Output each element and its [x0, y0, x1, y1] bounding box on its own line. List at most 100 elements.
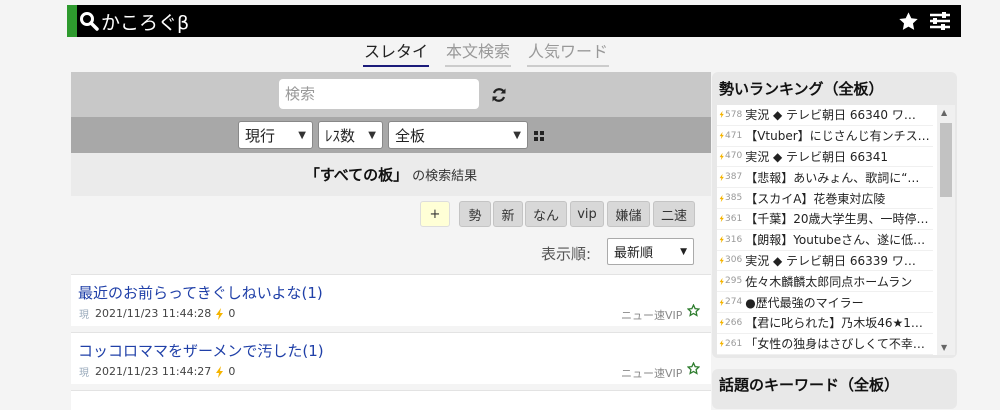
- result-suffix: の検索結果: [412, 169, 478, 184]
- ranking-item[interactable]: 274 ●歴代最強のマイラー: [717, 292, 933, 313]
- filter-bar: 現行 ▼ ﾚｽ数 ▼ 全板 ▼: [71, 117, 711, 153]
- filter-button-new[interactable]: 新: [493, 201, 523, 227]
- header-icons: [898, 11, 951, 32]
- ranking-momentum: 266: [719, 318, 742, 328]
- ranking-momentum: 274: [719, 297, 742, 307]
- logo[interactable]: かころぐβ: [79, 8, 189, 34]
- ranking-items: 578 実況 ◆ テレビ朝日 66340 ワ… 471 【Vtuber】にじさんじ有ン…: [717, 105, 955, 355]
- thread-item: [71, 390, 711, 410]
- ranking-item[interactable]: 306 実況 ◆ テレビ朝日 66339 ワ…: [717, 251, 933, 272]
- ranking-momentum-value: 470: [725, 151, 743, 162]
- ranking-item-title: 【Vtuber】にじさんじ有ンチス…: [745, 129, 930, 144]
- ranking-item[interactable]: 316 【朗報】Youtubeさん、遂に低…: [717, 230, 933, 251]
- tab-popular-words[interactable]: 人気ワード: [527, 36, 610, 67]
- ranking-item[interactable]: 385 【スカイA】花巻東対広陵: [717, 188, 933, 209]
- ranking-item[interactable]: 470 実況 ◆ テレビ朝日 66341: [717, 147, 933, 168]
- board-filter-buttons: + 勢 新 なん vip 嫌儲 二速: [71, 196, 711, 232]
- star-icon[interactable]: [898, 11, 919, 32]
- result-heading: 「すべての板」 の検索結果: [71, 153, 711, 196]
- result-board: 「すべての板」: [304, 166, 409, 184]
- bolt-icon: [216, 365, 224, 378]
- ranking-momentum-value: 387: [725, 172, 743, 183]
- ranking-momentum: 471: [719, 131, 742, 141]
- filter-button-kenmo[interactable]: 嫌儲: [607, 201, 650, 227]
- ranking-item-title: 実況 ◆ テレビ朝日 66339 ワ…: [745, 253, 916, 268]
- tab-body-search[interactable]: 本文検索: [445, 36, 512, 67]
- ranking-item-title: ●歴代最強のマイラー: [745, 295, 864, 310]
- ranking-item[interactable]: 261 「女性の独身はさびしくて不幸…: [717, 334, 933, 355]
- ranking-scrollbar[interactable]: ▲ ▼: [937, 105, 955, 355]
- ranking-item-title: 【朗報】Youtubeさん、遂に低…: [745, 233, 926, 248]
- filter-button-nan[interactable]: なん: [525, 201, 567, 227]
- ranking-momentum: 261: [719, 339, 742, 349]
- thread-datetime: 2021/11/23 11:44:28: [95, 307, 212, 320]
- favorite-star-icon[interactable]: [687, 304, 700, 317]
- ranking-momentum: 387: [719, 172, 742, 182]
- chevron-down-icon: ▼: [368, 129, 376, 141]
- sort-row: 表示順: 最新順 ▼: [71, 232, 711, 272]
- thread-board: ニュー速VIP: [621, 309, 683, 322]
- ranking-momentum: 385: [719, 193, 742, 203]
- ranking-item[interactable]: 361 【千葉】20歳大学生男、一時停…: [717, 209, 933, 230]
- thread-item: 最近のお前らってきぐしねいよな(1) 現 2021/11/23 11:44:28…: [71, 274, 711, 326]
- thread-board: ニュー速VIP: [621, 367, 683, 380]
- ranking-item-title: 【悲報】あいみょん、歌詞に“…: [745, 170, 920, 185]
- grid-icon[interactable]: [534, 131, 544, 141]
- ranking-item[interactable]: 578 実況 ◆ テレビ朝日 66340 ワ…: [717, 105, 933, 126]
- filter-button-momentum[interactable]: 勢: [459, 201, 491, 227]
- sort-order-select[interactable]: 最新順 ▼: [607, 238, 694, 265]
- ranking-item[interactable]: 295 佐々木麟麟太郎同点ホームラン: [717, 271, 933, 293]
- ranking-momentum: 306: [719, 255, 742, 265]
- ranking-panel: 勢いランキング（全板） 578 実況 ◆ テレビ朝日 66340 ワ… 471 【Vt…: [712, 72, 957, 358]
- ranking-momentum: 470: [719, 151, 742, 161]
- logo-text: かころぐβ: [101, 11, 190, 34]
- thread-momentum: 0: [228, 307, 236, 320]
- ranking-momentum-value: 361: [725, 213, 743, 224]
- board-select[interactable]: 全板 ▼: [388, 121, 528, 149]
- ranking-momentum-value: 266: [725, 317, 743, 328]
- ranking-momentum: 578: [719, 110, 742, 120]
- ranking-item[interactable]: 471 【Vtuber】にじさんじ有ンチス…: [717, 126, 933, 147]
- ranking-item[interactable]: 387 【悲報】あいみょん、歌詞に“…: [717, 167, 933, 189]
- mode-select[interactable]: 現行 ▼: [238, 121, 313, 149]
- filter-button-vip[interactable]: vip: [570, 201, 604, 227]
- refresh-icon[interactable]: [491, 87, 507, 103]
- chevron-down-icon: ▼: [680, 246, 687, 257]
- ranking-item-title: 【スカイA】花巻東対広陵: [745, 191, 886, 206]
- ranking-title: 勢いランキング（全板）: [719, 80, 884, 98]
- scroll-up-icon[interactable]: ▲: [941, 108, 947, 117]
- ranking-item-title: 「女性の独身はさびしくて不幸…: [745, 337, 925, 352]
- ranking-momentum-value: 578: [725, 109, 743, 120]
- thread-meta: 現 2021/11/23 11:44:27 0: [79, 364, 235, 379]
- ranking-list: 578 実況 ◆ テレビ朝日 66340 ワ… 471 【Vtuber】にじさんじ有ン…: [717, 105, 955, 355]
- scroll-down-icon[interactable]: ▼: [941, 343, 947, 352]
- thread-title-link[interactable]: 最近のお前らってきぐしねいよな(1): [78, 282, 323, 303]
- filter-button-nisoku[interactable]: 二速: [653, 201, 695, 227]
- ranking-momentum-value: 306: [725, 255, 743, 266]
- chevron-down-icon: ▼: [513, 129, 521, 141]
- ranking-momentum-value: 261: [725, 338, 743, 349]
- thread-meta: 現 2021/11/23 11:44:28 0: [79, 306, 235, 321]
- sort-key-value: ﾚｽ数: [325, 126, 356, 145]
- ranking-item[interactable]: 266 【君に叱られた】乃木坂46★1…: [717, 313, 933, 334]
- thread-datetime: 2021/11/23 11:44:27: [95, 365, 212, 378]
- bolt-icon: [216, 307, 224, 320]
- search-input[interactable]: [279, 79, 479, 109]
- thread-momentum: 0: [228, 365, 236, 378]
- sort-key-select[interactable]: ﾚｽ数 ▼: [318, 121, 383, 149]
- thread-title-link[interactable]: コッコロママをザーメンで汚した(1): [78, 340, 324, 361]
- ranking-momentum-value: 316: [725, 234, 743, 245]
- sliders-icon[interactable]: [929, 11, 951, 31]
- favorite-star-icon[interactable]: [687, 362, 700, 375]
- ranking-momentum-value: 471: [725, 130, 743, 141]
- search-icon: [80, 12, 99, 31]
- ranking-item-title: 実況 ◆ テレビ朝日 66340 ワ…: [745, 108, 916, 123]
- tab-title-search[interactable]: スレタイ: [363, 36, 430, 67]
- ranking-momentum-value: 385: [725, 193, 743, 204]
- keywords-panel: 話題のキーワード（全板）: [712, 369, 957, 409]
- ranking-item-title: 実況 ◆ テレビ朝日 66341: [745, 149, 889, 164]
- ranking-momentum-value: 274: [725, 297, 743, 308]
- scrollbar-thumb[interactable]: [940, 123, 952, 197]
- add-filter-button[interactable]: +: [420, 201, 450, 227]
- board-select-value: 全板: [395, 126, 426, 145]
